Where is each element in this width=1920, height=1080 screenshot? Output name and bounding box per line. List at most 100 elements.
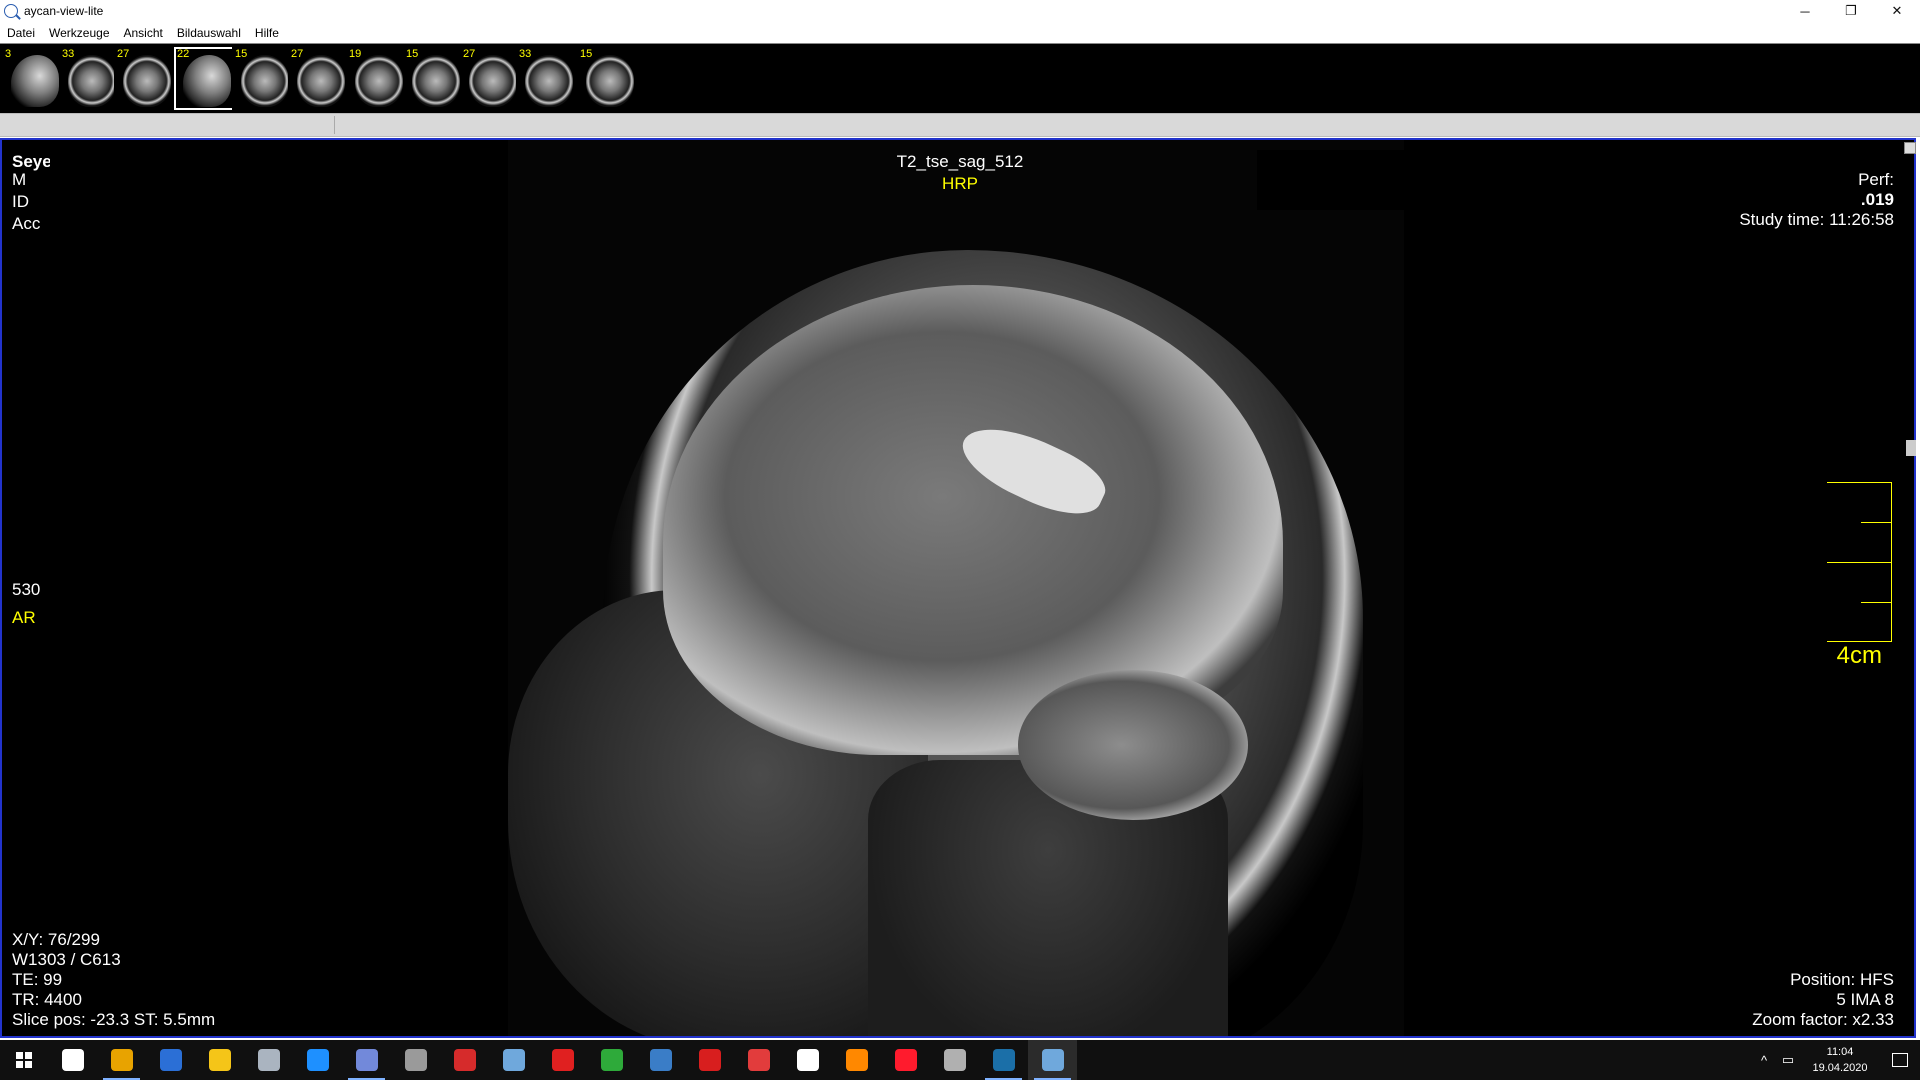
thumbnail-preview-image [355, 55, 403, 107]
scrollbar-thumb[interactable] [1906, 440, 1916, 456]
menu-bildauswahl[interactable]: Bildauswahl [170, 23, 248, 43]
slice-position-overlay: Slice pos: -23.3 ST: 5.5mm [12, 1010, 216, 1029]
menu-bar: Datei Werkzeuge Ansicht Bildauswahl Hilf… [0, 22, 1920, 43]
taskbar-app-button[interactable] [146, 1040, 195, 1080]
study-date-overlay: .019 [1860, 190, 1894, 209]
windows-taskbar: ^ ▭ 11:04 19.04.2020 [0, 1040, 1920, 1080]
thumbnail-image-count: 15 [580, 48, 593, 60]
series-thumbnail[interactable]: 33 [516, 47, 582, 110]
series-thumbnail[interactable]: 15 [577, 47, 643, 110]
app-window: aycan-view-lite ─ ❐ ✕ Datei Werkzeuge An… [0, 0, 1920, 1080]
task-view-icon [61, 1049, 84, 1071]
accession-overlay: Acc [12, 214, 41, 233]
thumbnail-preview-image [11, 55, 59, 107]
taskbar-app-button[interactable] [342, 1040, 391, 1080]
clock-time: 11:04 [1826, 1046, 1854, 1058]
taskbar-app-button[interactable] [685, 1040, 734, 1080]
te-overlay: TE: 99 [12, 970, 63, 989]
taskbar-app-button[interactable] [881, 1040, 930, 1080]
uplay-icon [306, 1049, 329, 1071]
thumbnail-preview-image [123, 55, 171, 107]
thumbnail-image-count: 27 [117, 48, 130, 60]
windows-logo-icon [16, 1052, 32, 1068]
tr-overlay: TR: 4400 [12, 990, 82, 1009]
thumbnail-image-count: 27 [291, 48, 304, 60]
patient-info-overlay: M [12, 170, 27, 189]
taskbar-app-button[interactable] [489, 1040, 538, 1080]
menu-hilfe[interactable]: Hilfe [248, 23, 286, 43]
thumbnail-preview-image [68, 55, 116, 107]
window-title: aycan-view-lite [24, 4, 104, 18]
close-button[interactable]: ✕ [1874, 0, 1920, 22]
left-marker-number: 530 [12, 580, 41, 599]
zoom-factor-overlay: Zoom factor: x2.33 [1752, 1010, 1894, 1029]
shield-game-icon [943, 1049, 966, 1071]
ruler-tick [1827, 562, 1891, 563]
discord-icon [355, 1049, 378, 1071]
scale-ruler-label: 4cm [1836, 642, 1882, 669]
clock-date: 19.04.2020 [1812, 1062, 1868, 1074]
scale-ruler [1827, 482, 1892, 642]
show-hidden-icons-chevron-icon[interactable]: ^ [1752, 1040, 1776, 1080]
system-tray: ^ ▭ 11:04 19.04.2020 [1752, 1040, 1920, 1080]
taskbar-app-button[interactable] [440, 1040, 489, 1080]
taskbar-app-button[interactable] [391, 1040, 440, 1080]
steam-icon [992, 1049, 1015, 1071]
thumbnail-image-count: 33 [519, 48, 532, 60]
window-controls: ─ ❐ ✕ [1782, 0, 1920, 22]
series-thumbnail[interactable]: 22 [174, 47, 240, 110]
taskbar-app-button[interactable] [1028, 1040, 1077, 1080]
series-thumbnail[interactable]: 27 [114, 47, 180, 110]
menu-datei[interactable]: Datei [0, 23, 42, 43]
mri-cerebellum [1018, 670, 1248, 820]
taskbar-app-button[interactable] [930, 1040, 979, 1080]
acrobat-icon [698, 1049, 721, 1071]
taskbar-app-button[interactable] [97, 1040, 146, 1080]
mri-image [508, 140, 1404, 1036]
left-orientation-marker: AR [12, 608, 36, 627]
taskbar-app-button[interactable] [244, 1040, 293, 1080]
taskbar-app-button[interactable] [48, 1040, 97, 1080]
settings-icon [796, 1049, 819, 1071]
file-explorer-icon [208, 1049, 231, 1071]
image-number-overlay: 5 IMA 8 [1836, 990, 1894, 1009]
perf-overlay: Perf: [1858, 170, 1894, 189]
maximize-button[interactable]: ❐ [1828, 0, 1874, 22]
series-name-overlay: T2_tse_sag_512 [896, 152, 1024, 171]
status-progress-row [0, 113, 1920, 137]
thumbnail-image-count: 3 [5, 48, 12, 60]
cursor-xy-overlay: X/Y: 76/299 [12, 930, 100, 949]
vertical-scrollbar[interactable] [1916, 138, 1920, 1038]
menu-werkzeuge[interactable]: Werkzeuge [42, 23, 116, 43]
system-clock[interactable]: 11:04 19.04.2020 [1800, 1044, 1880, 1076]
series-thumbnail[interactable]: 27 [288, 47, 354, 110]
opera-icon [894, 1049, 917, 1071]
spider-icon [404, 1049, 427, 1071]
minimize-button[interactable]: ─ [1782, 0, 1828, 22]
taskbar-app-button[interactable] [587, 1040, 636, 1080]
ruler-tick [1861, 522, 1891, 523]
taskbar-app-button[interactable] [636, 1040, 685, 1080]
image-viewport[interactable]: T2_tse_sag_512 HRP Seyer, Felix M ID Acc… [0, 138, 1916, 1038]
ruler-tick [1861, 602, 1891, 603]
scroll-up-button[interactable] [1904, 142, 1916, 154]
menu-ansicht[interactable]: Ansicht [117, 23, 170, 43]
thumbnail-preview-image [412, 55, 460, 107]
redaction-top-right [1257, 150, 1587, 210]
network-icon[interactable]: ▭ [1776, 1040, 1800, 1080]
aycan-viewer-icon [1041, 1049, 1064, 1071]
thumbnail-preview-image [241, 55, 289, 107]
notification-center-button[interactable] [1880, 1040, 1920, 1080]
taskbar-app-button[interactable] [538, 1040, 587, 1080]
word-icon [159, 1049, 182, 1071]
study-time-overlay: Study time: 11:26:58 [1739, 210, 1894, 229]
taskbar-app-button[interactable] [832, 1040, 881, 1080]
thumbnail-image-count: 33 [62, 48, 75, 60]
taskbar-app-button[interactable] [293, 1040, 342, 1080]
thumbnail-image-count: 27 [463, 48, 476, 60]
taskbar-app-button[interactable] [979, 1040, 1028, 1080]
taskbar-app-button[interactable] [734, 1040, 783, 1080]
taskbar-app-button[interactable] [783, 1040, 832, 1080]
start-button[interactable] [0, 1040, 48, 1080]
taskbar-app-button[interactable] [195, 1040, 244, 1080]
